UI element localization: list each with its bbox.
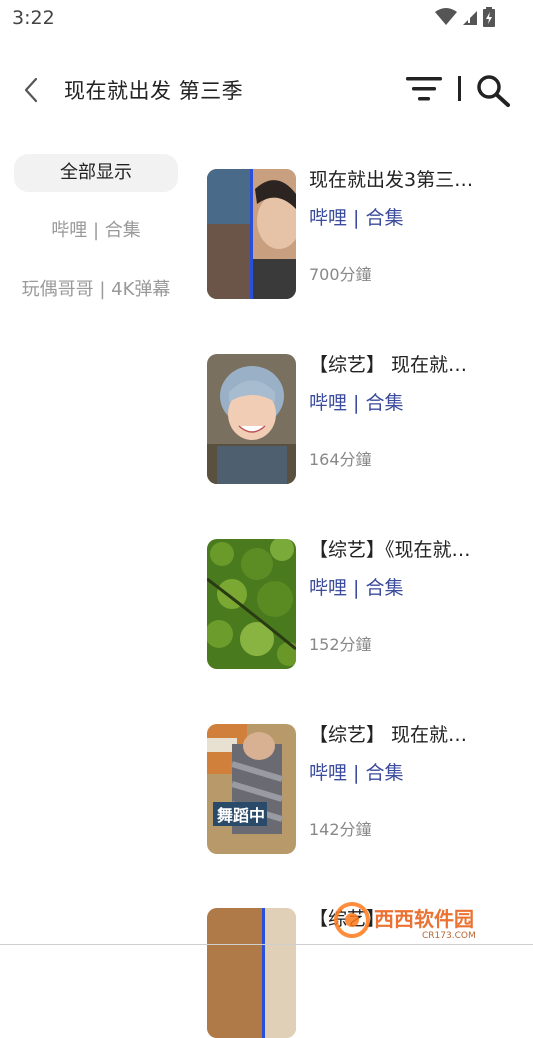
video-source: 哔哩 | 合集 xyxy=(309,392,404,414)
video-thumbnail xyxy=(207,908,296,1038)
bottom-divider xyxy=(0,944,533,945)
list-item[interactable]: 现在就出发3第三… 哔哩 | 合集 700分鐘 xyxy=(207,169,527,299)
header-divider xyxy=(458,76,461,101)
video-title: 【综艺】《现在就… xyxy=(309,539,471,561)
video-thumbnail xyxy=(207,169,296,299)
video-duration: 164分鐘 xyxy=(309,450,372,469)
filter-icon[interactable] xyxy=(404,74,444,104)
list-item[interactable]: 【综艺】《现在就… 哔哩 | 合集 152分鐘 xyxy=(207,539,527,669)
sidebar-item-label: 玩偶哥哥 | 4K弹幕 xyxy=(21,279,171,300)
video-duration: 142分鐘 xyxy=(309,820,372,839)
list-item[interactable]: 舞蹈中 【综艺】 现在就… 哔哩 | 合集 142分鐘 xyxy=(207,724,527,854)
video-duration: 700分鐘 xyxy=(309,265,372,284)
sidebar-item-bilibili[interactable]: 哔哩 | 合集 xyxy=(14,219,178,243)
status-time: 3:22 xyxy=(12,7,55,29)
video-title: 现在就出发3第三… xyxy=(309,169,474,191)
wifi-icon xyxy=(435,8,457,25)
page-title: 现在就出发 第三季 xyxy=(64,79,244,103)
video-duration: 152分鐘 xyxy=(309,635,372,654)
back-arrow-icon[interactable] xyxy=(18,74,46,106)
svg-text:CR173.COM: CR173.COM xyxy=(422,931,476,941)
sidebar-item-wanou-4k[interactable]: 玩偶哥哥 | 4K弹幕 xyxy=(14,278,178,302)
list-item[interactable]: 【综艺】 现在就… 哔哩 | 合集 164分鐘 xyxy=(207,354,527,484)
sidebar-item-all[interactable]: 全部显示 xyxy=(14,154,178,192)
video-source: 哔哩 | 合集 xyxy=(309,207,404,229)
video-title: 【综艺】 现在就… xyxy=(309,354,468,376)
status-icons xyxy=(435,7,495,27)
watermark-logo: 西西软件园 CR173.COM xyxy=(330,898,518,942)
video-thumbnail xyxy=(207,539,296,669)
svg-text:西西软件园: 西西软件园 xyxy=(374,907,474,931)
search-icon[interactable] xyxy=(474,72,512,108)
top-bar: 现在就出发 第三季 xyxy=(0,60,533,120)
video-title: 【综艺】 现在就… xyxy=(309,724,468,746)
video-thumbnail xyxy=(207,354,296,484)
battery-icon xyxy=(483,7,495,27)
source-sidebar: 全部显示 哔哩 | 合集 玩偶哥哥 | 4K弹幕 xyxy=(14,154,178,300)
thumb-caption: 舞蹈中 xyxy=(217,806,265,825)
signal-icon xyxy=(463,11,477,25)
status-bar: 3:22 xyxy=(0,0,533,36)
video-source: 哔哩 | 合集 xyxy=(309,577,404,599)
video-source: 哔哩 | 合集 xyxy=(309,762,404,784)
video-thumbnail: 舞蹈中 xyxy=(207,724,296,854)
